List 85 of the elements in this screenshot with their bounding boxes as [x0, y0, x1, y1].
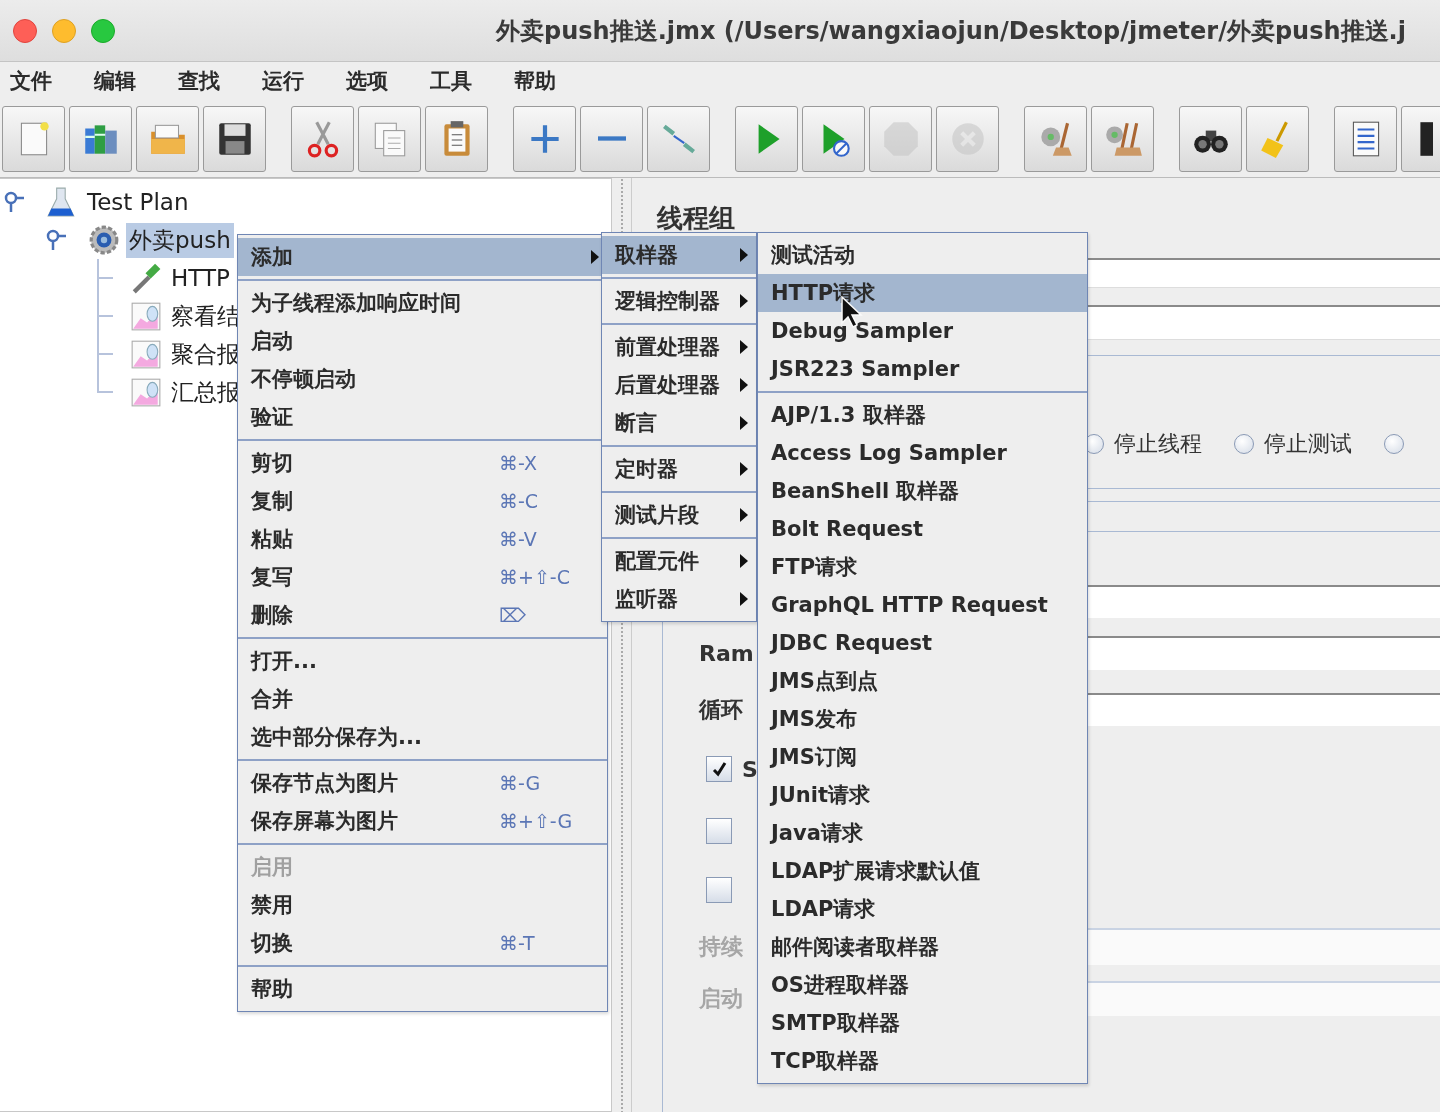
menu-item[interactable]: 监听器: [602, 580, 756, 618]
menu-item[interactable]: 测试活动: [758, 236, 1087, 274]
menu-item[interactable]: 合并: [238, 680, 607, 718]
radio-button[interactable]: [1234, 434, 1254, 454]
menu-item[interactable]: 测试片段: [602, 496, 756, 534]
menu-bar-item[interactable]: 帮助: [504, 67, 567, 95]
menu-item[interactable]: JMS发布: [758, 700, 1087, 738]
close-button[interactable]: [13, 18, 37, 43]
menu-item[interactable]: FTP请求: [758, 548, 1087, 586]
gear-icon: [88, 224, 120, 256]
menu-item[interactable]: BeanShell 取样器: [758, 472, 1087, 510]
menu-item[interactable]: 配置元件: [602, 542, 756, 580]
menu-item[interactable]: AJP/1.3 取样器: [758, 396, 1087, 434]
menu-item[interactable]: 禁用: [238, 886, 607, 924]
checkbox[interactable]: [706, 877, 732, 903]
shortcut-text: ⌘+⇧-C: [499, 566, 570, 588]
chart-icon: [130, 338, 162, 370]
expander-icon[interactable]: [4, 191, 24, 213]
field-label: 持续: [699, 932, 744, 961]
menu-item[interactable]: 前置处理器: [602, 328, 756, 366]
tree-node[interactable]: HTTP: [168, 263, 233, 293]
tree-node[interactable]: Test Plan: [84, 187, 192, 217]
menu-item[interactable]: LDAP请求: [758, 890, 1087, 928]
checkbox[interactable]: [706, 756, 732, 782]
check-icon: [711, 761, 727, 777]
menu-item[interactable]: GraphQL HTTP Request: [758, 586, 1087, 624]
menu-item[interactable]: Access Log Sampler: [758, 434, 1087, 472]
menu-bar-item[interactable]: 查找: [168, 67, 231, 95]
menu-item[interactable]: LDAP扩展请求默认值: [758, 852, 1087, 890]
shortcut-text: ⌘-V: [499, 528, 537, 550]
shortcut-text: ⌘-X: [499, 452, 537, 474]
radio-label: 停止测试: [1264, 430, 1352, 458]
field-label: 循环: [699, 695, 744, 724]
menu-item[interactable]: 逻辑控制器: [602, 282, 756, 320]
panel-title: 线程组: [657, 202, 736, 235]
menu-item[interactable]: HTTP请求: [758, 274, 1087, 312]
menu-item[interactable]: 取样器: [602, 236, 756, 274]
expander-icon[interactable]: [46, 229, 66, 251]
chart-icon: [130, 300, 162, 332]
flask-icon: [46, 186, 78, 218]
menu-item[interactable]: 选中部分保存为...: [238, 718, 607, 756]
menu-item[interactable]: JSR223 Sampler: [758, 350, 1087, 388]
toolbar-button[interactable]: [203, 105, 266, 172]
menu-item[interactable]: Debug Sampler: [758, 312, 1087, 350]
menu-item[interactable]: JUnit请求: [758, 776, 1087, 814]
menu-bar-item[interactable]: 文件: [0, 67, 63, 95]
menu-item[interactable]: OS进程取样器: [758, 966, 1087, 1004]
radio-button[interactable]: [1384, 434, 1404, 454]
menu-item[interactable]: 后置处理器: [602, 366, 756, 404]
menu-item[interactable]: 保存节点为图片 ⌘-G: [238, 764, 607, 802]
chart-icon: [130, 376, 162, 408]
pipette-icon: [130, 262, 162, 294]
shortcut-text: ⌘-T: [499, 932, 535, 954]
window-title: 外卖push推送.jmx (/Users/wangxiaojun/Desktop/jmeter/外卖push推送.j: [496, 15, 1406, 47]
menu-item[interactable]: 定时器: [602, 450, 756, 488]
field-label: 启动: [699, 984, 744, 1013]
field-label: Ram: [699, 640, 755, 666]
menu-bar-item[interactable]: 选项: [336, 67, 399, 95]
shortcut-text: ⌦: [499, 604, 526, 626]
shortcut-text: ⌘+⇧-G: [499, 810, 573, 832]
tree-node[interactable]: 外卖push: [126, 222, 234, 258]
menu-item[interactable]: Java请求: [758, 814, 1087, 852]
shortcut-text: ⌘-G: [499, 772, 541, 794]
menu-bar-item[interactable]: 运行: [252, 67, 315, 95]
menu-item[interactable]: TCP取样器: [758, 1042, 1087, 1080]
radio-label: 停止线程: [1114, 430, 1202, 458]
shortcut-text: ⌘-C: [499, 490, 539, 512]
menu-item[interactable]: SMTP取样器: [758, 1004, 1087, 1042]
menu-item[interactable]: JDBC Request: [758, 624, 1087, 662]
toolbar-button[interactable]: [1179, 105, 1242, 172]
menu-item[interactable]: Bolt Request: [758, 510, 1087, 548]
zoom-button[interactable]: [91, 18, 115, 43]
menu-item[interactable]: 打开...: [238, 642, 607, 680]
menu-item[interactable]: 断言: [602, 404, 756, 442]
menu-item[interactable]: 帮助: [238, 970, 607, 1008]
menu-item[interactable]: JMS订阅: [758, 738, 1087, 776]
checkbox[interactable]: [706, 818, 732, 844]
checkbox-label: S: [742, 756, 758, 782]
minus-icon: [597, 136, 626, 141]
menu-item[interactable]: 切换 ⌘-T: [238, 924, 607, 962]
menu-item[interactable]: JMS点到点: [758, 662, 1087, 700]
menu-item[interactable]: 邮件阅读者取样器: [758, 928, 1087, 966]
menu-item[interactable]: 保存屏幕为图片 ⌘+⇧-G: [238, 802, 607, 840]
menu-bar-item[interactable]: 工具: [420, 67, 483, 95]
menu-bar-item[interactable]: 编辑: [84, 67, 147, 95]
